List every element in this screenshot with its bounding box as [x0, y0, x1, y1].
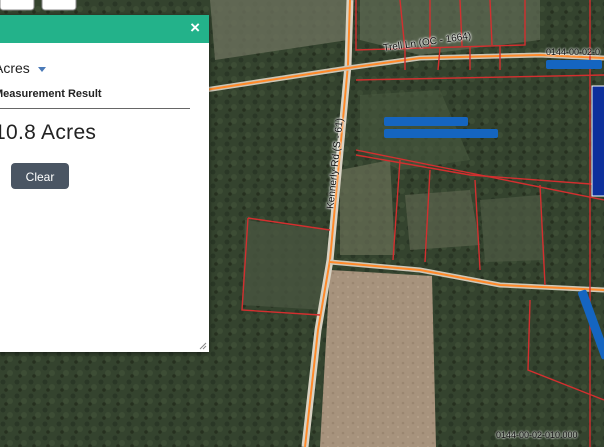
parcel-id-label: 0144-00-02-0	[546, 47, 601, 57]
result-heading: Measurement Result	[0, 88, 102, 100]
unit-label: Acres	[0, 60, 30, 76]
resize-handle-icon[interactable]	[199, 342, 207, 350]
caret-down-icon	[37, 66, 46, 72]
divider	[0, 108, 190, 109]
measurement-panel: × Acres Measurement Result 10.8 Acres Cl…	[0, 15, 209, 352]
panel-header: ×	[0, 15, 209, 43]
result-value: 10.8 Acres	[0, 121, 97, 144]
clear-button[interactable]: Clear	[11, 163, 69, 189]
unit-selector[interactable]: Acres	[0, 60, 46, 76]
owner-label	[384, 129, 498, 138]
close-icon[interactable]: ×	[190, 19, 200, 37]
owner-label	[546, 60, 602, 69]
parcel-id-label: 0144-00-02-010.000	[496, 430, 578, 440]
owner-label	[384, 117, 468, 126]
